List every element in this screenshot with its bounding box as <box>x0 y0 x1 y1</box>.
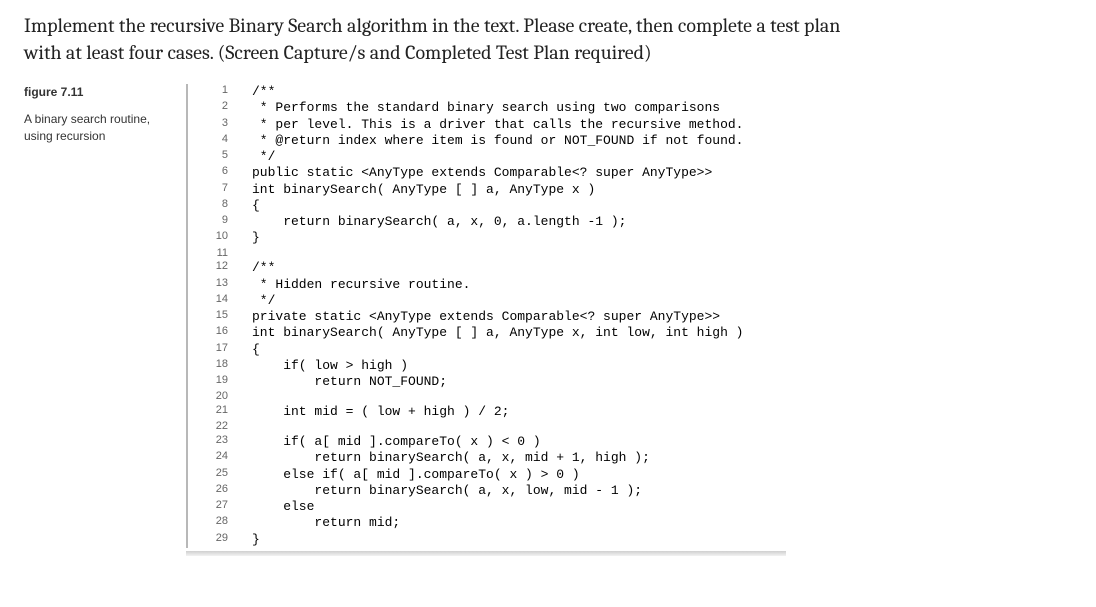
line-number: 12 <box>198 260 228 276</box>
code-line: 10} <box>198 230 1072 246</box>
code-line: 29} <box>198 532 1072 548</box>
code-line: 7 int binarySearch( AnyType [ ] a, AnyTyp… <box>198 182 1072 198</box>
code-line: 13 * Hidden recursive routine. <box>198 277 1072 293</box>
code-text: * Hidden recursive routine. <box>252 277 470 293</box>
code-line: 25 else if( a[ mid ].compareTo( x ) > 0 … <box>198 467 1072 483</box>
code-text: /** <box>252 84 275 100</box>
code-text: /** <box>252 260 275 276</box>
line-number: 19 <box>198 374 228 390</box>
code-text: */ <box>252 293 275 309</box>
code-line: 27 else <box>198 499 1072 515</box>
code-line: 2 * Performs the standard binary search … <box>198 100 1072 116</box>
code-line: 23 if( a[ mid ].compareTo( x ) < 0 ) <box>198 434 1072 450</box>
code-text: int mid = ( low + high ) / 2; <box>252 404 509 420</box>
code-line: 14 */ <box>198 293 1072 309</box>
code-text: { <box>252 342 260 358</box>
code-line: 8{ <box>198 198 1072 214</box>
line-number: 2 <box>198 100 228 116</box>
code-text: if( a[ mid ].compareTo( x ) < 0 ) <box>252 434 541 450</box>
code-text: int binarySearch( AnyType [ ] a, AnyType… <box>252 325 743 341</box>
figure-bottom-shadow <box>186 551 786 556</box>
code-text: return mid; <box>252 515 400 531</box>
line-number: 26 <box>198 483 228 499</box>
line-number: 8 <box>198 198 228 214</box>
line-number: 15 <box>198 309 228 325</box>
code-text: int binarySearch( AnyType [ ] a, AnyType… <box>252 182 595 198</box>
code-line: 24 return binarySearch( a, x, mid + 1, h… <box>198 450 1072 466</box>
line-number: 16 <box>198 325 228 341</box>
line-number: 10 <box>198 230 228 246</box>
code-line: 6 public static <AnyType extends Comparab… <box>198 165 1072 181</box>
code-line: 3 * per level. This is a driver that cal… <box>198 117 1072 133</box>
code-text: return binarySearch( a, x, low, mid - 1 … <box>252 483 642 499</box>
assignment-prompt: Implement the recursive Binary Search al… <box>24 12 1072 66</box>
code-line: 19 return NOT_FOUND; <box>198 374 1072 390</box>
code-text: return binarySearch( a, x, 0, a.length -… <box>252 214 626 230</box>
code-text: { <box>252 198 260 214</box>
code-text: public static <AnyType extends Comparabl… <box>252 165 712 181</box>
line-number: 9 <box>198 214 228 230</box>
code-text: return NOT_FOUND; <box>252 374 447 390</box>
code-text: else <box>252 499 314 515</box>
line-number: 7 <box>198 182 228 198</box>
line-number: 20 <box>198 390 228 404</box>
line-number: 27 <box>198 499 228 515</box>
code-text: } <box>252 230 260 246</box>
line-number: 4 <box>198 133 228 149</box>
code-line: 18 if( low > high ) <box>198 358 1072 374</box>
code-line: 16 int binarySearch( AnyType [ ] a, AnyTy… <box>198 325 1072 341</box>
line-number: 5 <box>198 149 228 165</box>
code-line: 22 <box>198 420 1072 434</box>
code-line: 4 * @return index where item is found or… <box>198 133 1072 149</box>
code-text: * Performs the standard binary search us… <box>252 100 720 116</box>
code-text: */ <box>252 149 275 165</box>
code-text: * per level. This is a driver that calls… <box>252 117 743 133</box>
code-column: 1 /** 2 * Performs the standard binary se… <box>186 84 1072 548</box>
figure-caption: A binary search routine, using recursion <box>24 111 174 145</box>
line-number: 3 <box>198 117 228 133</box>
code-line: 21 int mid = ( low + high ) / 2; <box>198 404 1072 420</box>
line-number: 18 <box>198 358 228 374</box>
line-number: 13 <box>198 277 228 293</box>
line-number: 24 <box>198 450 228 466</box>
code-text: } <box>252 532 260 548</box>
line-number: 17 <box>198 342 228 358</box>
code-line: 28 return mid; <box>198 515 1072 531</box>
code-line: 11 <box>198 247 1072 261</box>
line-number: 29 <box>198 532 228 548</box>
line-number: 6 <box>198 165 228 181</box>
prompt-line-1: Implement the recursive Binary Search al… <box>24 14 840 37</box>
code-text: return binarySearch( a, x, mid + 1, high… <box>252 450 650 466</box>
code-line: 20 <box>198 390 1072 404</box>
line-number: 1 <box>198 84 228 100</box>
code-line: 15 private static <AnyType extends Compar… <box>198 309 1072 325</box>
line-number: 14 <box>198 293 228 309</box>
code-line: 5 */ <box>198 149 1072 165</box>
code-text: * @return index where item is found or N… <box>252 133 743 149</box>
code-line: 1 /** <box>198 84 1072 100</box>
code-line: 12 /** <box>198 260 1072 276</box>
code-text: if( low > high ) <box>252 358 408 374</box>
figure-caption-column: figure 7.11 A binary search routine, usi… <box>24 84 186 144</box>
code-text: private static <AnyType extends Comparab… <box>252 309 720 325</box>
figure-label: figure 7.11 <box>24 84 174 101</box>
line-number: 23 <box>198 434 228 450</box>
line-number: 22 <box>198 420 228 434</box>
line-number: 25 <box>198 467 228 483</box>
code-line: 26 return binarySearch( a, x, low, mid -… <box>198 483 1072 499</box>
code-line: 17 { <box>198 342 1072 358</box>
line-number: 28 <box>198 515 228 531</box>
line-number: 21 <box>198 404 228 420</box>
figure-block: figure 7.11 A binary search routine, usi… <box>24 84 1072 548</box>
prompt-line-2: with at least four cases. (Screen Captur… <box>24 41 652 64</box>
code-text: else if( a[ mid ].compareTo( x ) > 0 ) <box>252 467 580 483</box>
page: Implement the recursive Binary Search al… <box>0 0 1096 580</box>
code-block: 1 /** 2 * Performs the standard binary se… <box>198 84 1072 548</box>
line-number: 11 <box>198 247 228 261</box>
code-line: 9 return binarySearch( a, x, 0, a.length… <box>198 214 1072 230</box>
